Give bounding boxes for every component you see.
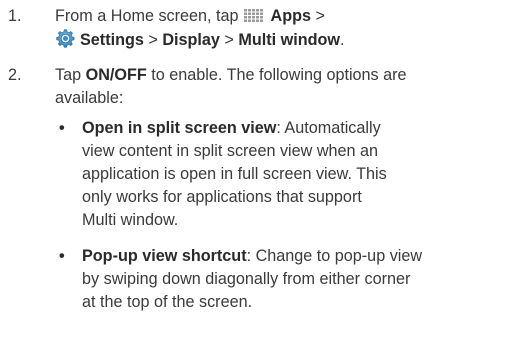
option-term: Open in split screen view — [82, 119, 277, 137]
list-item: • Open in split screen view: Automatical… — [59, 117, 512, 232]
step-1-prefix: From a Home screen, tap — [55, 7, 239, 25]
bullet-icon: • — [59, 119, 65, 137]
options-list: • Open in split screen view: Automatical… — [59, 117, 512, 314]
bullet-icon: • — [59, 247, 65, 265]
step-2-text: Tap ON/OFF to enable. The following opti… — [55, 64, 507, 110]
option-desc: : Change to pop-up view — [246, 247, 423, 265]
option-desc: : Automatically — [276, 119, 381, 137]
step-2-suffix: to enable. The following options are — [146, 66, 407, 84]
separator: > — [219, 31, 239, 49]
apps-label: Apps — [270, 7, 311, 25]
instructions-document: 1. From a Home screen, tap Apps > Settin… — [0, 0, 513, 351]
bullet-line: application is open in full screen view.… — [82, 165, 387, 183]
separator: > — [311, 7, 325, 25]
bullet-line: at the top of the screen. — [82, 293, 253, 311]
bullet-line: Pop-up view shortcut: Change to pop-up v… — [82, 245, 512, 268]
step-1-text: From a Home screen, tap Apps > Settings … — [55, 5, 507, 52]
separator: > — [143, 31, 163, 49]
settings-label: Settings — [80, 31, 144, 49]
step-2-prefix: Tap — [55, 66, 86, 84]
step-2-line-1: Tap ON/OFF to enable. The following opti… — [55, 64, 507, 87]
display-label: Display — [162, 31, 220, 49]
multi-window-label: Multi window — [238, 31, 340, 49]
option-term: Pop-up view shortcut — [82, 247, 247, 265]
list-item: • Pop-up view shortcut: Change to pop-up… — [59, 245, 512, 314]
bullet-line: only works for applications that support — [82, 188, 362, 206]
step-1-line-1: From a Home screen, tap Apps > — [55, 5, 507, 28]
bullet-line: by swiping down diagonally from either c… — [82, 270, 411, 288]
settings-gear-icon — [56, 29, 75, 48]
step-number: 1. — [8, 7, 22, 25]
sentence-end: . — [339, 31, 345, 49]
on-off-label: ON/OFF — [85, 66, 147, 84]
bullet-line: Open in split screen view: Automatically — [82, 117, 512, 140]
bullet-line: Multi window. — [82, 211, 179, 229]
apps-grid-icon — [244, 9, 264, 22]
step-1-line-2: Settings > Display > Multi window. — [55, 28, 507, 52]
step-2-line-2: available: — [55, 89, 124, 107]
step-number: 2. — [8, 66, 22, 84]
bullet-line: view content in split screen view when a… — [82, 142, 379, 160]
